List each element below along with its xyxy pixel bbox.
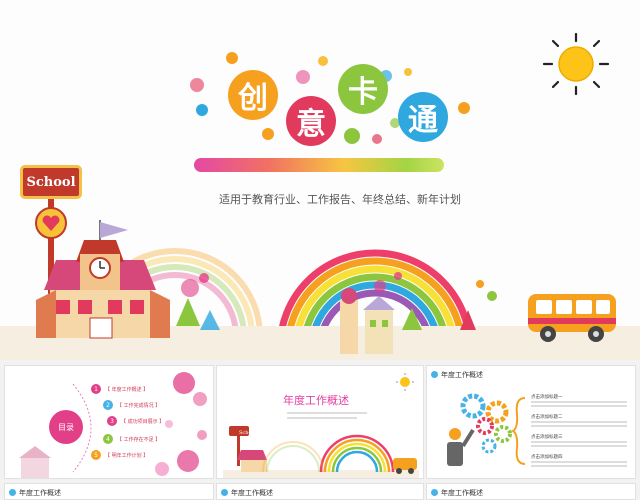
overview-row-desc [531, 441, 627, 447]
overview-row-desc [531, 401, 627, 407]
toc-label: 【 工作存在不足 】 [117, 436, 161, 443]
title-char: 卡 [338, 64, 388, 114]
deco-dot [197, 430, 207, 440]
toc-number: 1 [91, 384, 101, 394]
deco-dot [190, 78, 204, 92]
toc-label: 【 明年工作计划 】 [105, 452, 149, 459]
main-slide-preview: 创 意 卡 通 适用于教育行业、工作报告、年终总结、新年计划 School [0, 0, 640, 360]
subtitle: 适用于教育行业、工作报告、年终总结、新年计划 [219, 193, 461, 206]
toc-number: 3 [107, 416, 117, 426]
thumbnail-header: 年度工作概述 [441, 489, 483, 497]
slide-thumbnail-overview[interactable]: 年度工作概述 点击添加标题一 点击添加标题二 点击添加标题三 点击添加标题四 [426, 365, 636, 479]
title-char: 意 [286, 96, 336, 146]
toc-number: 2 [103, 400, 113, 410]
section-subtitle-placeholder [287, 410, 377, 419]
thumbnail-header: 年度工作概述 [19, 489, 61, 497]
slide-thumbnail-section[interactable]: 年度工作概述 School [216, 365, 424, 479]
toc-item[interactable]: 3 【 成功项目展示 】 [107, 416, 164, 426]
header-icon [221, 489, 228, 496]
header-icon [9, 489, 16, 496]
section-title: 年度工作概述 [283, 394, 349, 407]
slide-thumbnail-toc[interactable]: 目录 1 【 年度工作概述 】 2 【 工作完成情况 】 3 【 成功项目展示 … [4, 365, 214, 479]
bus-icon [528, 294, 616, 342]
toc-label: 【 工作完成情况 】 [117, 402, 161, 409]
header-icon [431, 489, 438, 496]
slide-thumbnail[interactable]: 年度工作概述 [216, 483, 424, 500]
deco-dot [165, 420, 173, 428]
overview-row-title: 点击添加标题二 [531, 415, 563, 420]
overview-row-desc [531, 461, 627, 467]
toc-arc [72, 383, 92, 473]
deco-dot [155, 462, 169, 476]
thumbnail-header: 年度工作概述 [231, 489, 273, 497]
overview-row-title: 点击添加标题四 [531, 455, 563, 460]
overview-row-title: 点击添加标题三 [531, 435, 563, 440]
sun-icon [542, 32, 610, 96]
toc-item[interactable]: 2 【 工作完成情况 】 [103, 400, 160, 410]
deco-dot [173, 372, 195, 394]
deco-dot [196, 104, 208, 116]
toc-number: 4 [103, 434, 113, 444]
slide-thumbnail[interactable]: 年度工作概述 [426, 483, 636, 500]
toc-item[interactable]: 1 【 年度工作概述 】 [91, 384, 148, 394]
toc-castle [19, 446, 51, 478]
brush-stroke [194, 158, 444, 172]
toc-item[interactable]: 4 【 工作存在不足 】 [103, 434, 160, 444]
school-sign: School [20, 165, 82, 199]
toc-label: 【 成功项目展示 】 [121, 418, 165, 425]
sun-icon [396, 373, 414, 391]
school-sign-label: School [26, 174, 76, 190]
toc-number: 5 [91, 450, 101, 460]
gears-icon [447, 393, 512, 466]
section-scene: School [223, 426, 419, 478]
title-group: 创 意 卡 通 [222, 62, 482, 152]
toc-item[interactable]: 5 【 明年工作计划 】 [91, 450, 148, 460]
deco-dot [177, 450, 199, 472]
town-scenery [176, 272, 497, 354]
overview-row-title: 点击添加标题一 [531, 395, 563, 400]
title-char: 创 [228, 70, 278, 120]
brace-icon [511, 397, 526, 465]
toc-label: 【 年度工作概述 】 [105, 386, 149, 393]
thumbnail-header: 年度工作概述 [441, 371, 483, 379]
overview-row-desc [531, 421, 627, 427]
title-char: 通 [398, 92, 448, 142]
school-building [36, 220, 170, 339]
deco-dot [193, 392, 207, 406]
header-icon [431, 371, 438, 378]
slide-thumbnail[interactable]: 年度工作概述 [4, 483, 214, 500]
svg-text:School: School [239, 430, 256, 436]
